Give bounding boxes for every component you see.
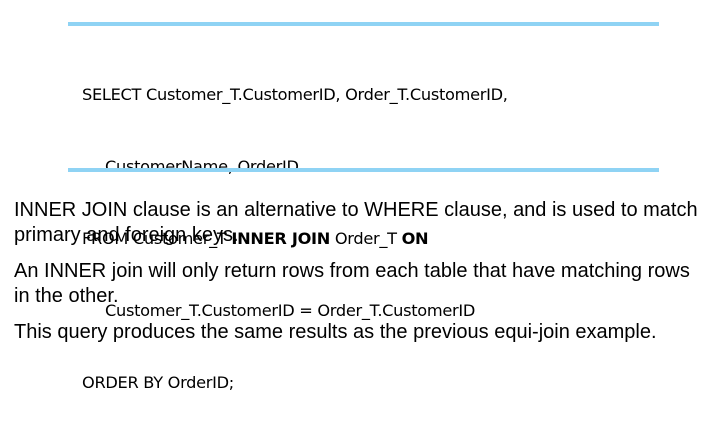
paragraph-same-results: This query produces the same results as … bbox=[14, 321, 657, 343]
sql-example-box: SELECT Customer_T.CustomerID, Order_T.Cu… bbox=[68, 22, 659, 392]
sql-box-top-rule bbox=[68, 22, 659, 26]
sql-line-order-by: ORDER BY OrderID; bbox=[82, 373, 234, 392]
sql-line-select: SELECT Customer_T.CustomerID, Order_T.Cu… bbox=[82, 85, 508, 104]
sql-line-columns: CustomerName, OrderID bbox=[105, 157, 299, 176]
paragraph-inner-join-behavior: An INNER join will only return rows from… bbox=[14, 260, 690, 307]
sql-box-bottom-rule bbox=[68, 168, 659, 172]
explanation-text: INNER JOIN clause is an alternative to W… bbox=[14, 198, 704, 356]
paragraph-inner-join-definition: INNER JOIN clause is an alternative to W… bbox=[14, 199, 698, 246]
